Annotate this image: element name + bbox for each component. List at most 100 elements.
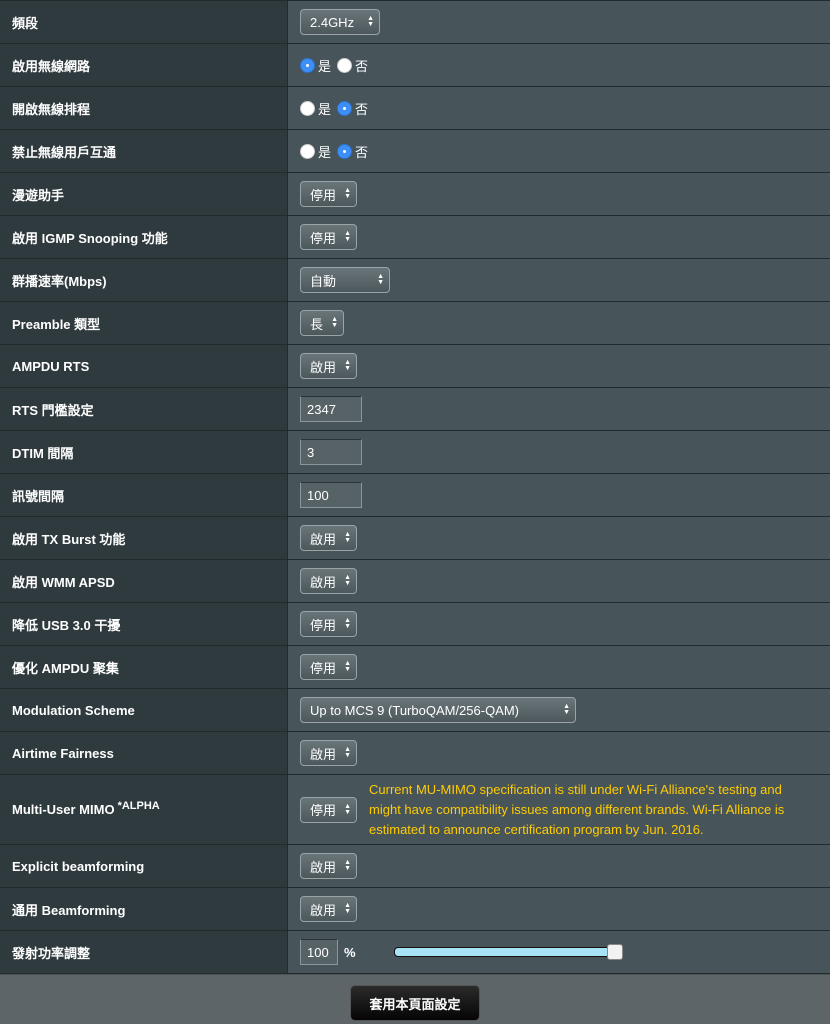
row-dtim: DTIM 間隔 3 <box>0 431 830 474</box>
tx-power-slider-handle[interactable] <box>607 944 623 960</box>
multicast-rate-select[interactable]: 自動 ▲ ▼ <box>300 267 390 293</box>
enable-radio-yes-radio[interactable] <box>300 57 315 73</box>
enable-radio-value-cell: 是 否 <box>288 44 830 86</box>
select-arrows-icon: ▲ ▼ <box>344 746 352 759</box>
ap-isolate-no-radio[interactable] <box>337 143 353 159</box>
usb3-interference-value-cell: 停用 ▲ ▼ <box>288 603 830 645</box>
select-arrows-icon: ▲ ▼ <box>344 617 352 630</box>
row-beacon: 訊號間隔 100 <box>0 474 830 517</box>
tx-power-slider-track[interactable] <box>394 947 616 957</box>
enable-schedule-no-radio[interactable] <box>337 100 353 116</box>
beacon-label: 訊號間隔 <box>0 474 288 516</box>
ap-isolate-value-cell: 是 否 <box>288 130 830 172</box>
select-arrows-icon: ▲ ▼ <box>344 359 352 372</box>
row-multicast-rate: 群播速率(Mbps) 自動 ▲ ▼ <box>0 259 830 302</box>
ampdu-rts-select[interactable]: 啟用 ▲ ▼ <box>300 353 358 379</box>
apply-settings-button[interactable]: 套用本頁面設定 <box>350 985 480 1021</box>
modulation-select-value: Up to MCS 9 (TurboQAM/256-QAM) <box>310 702 520 718</box>
row-igmp-snooping: 啟用 IGMP Snooping 功能 停用 ▲ ▼ <box>0 216 830 259</box>
roaming-assist-value-cell: 停用 ▲ ▼ <box>288 173 830 215</box>
enable-radio-label: 啟用無線網路 <box>0 44 288 86</box>
row-enable-schedule: 開啟無線排程 是 否 <box>0 87 830 130</box>
dtim-input[interactable]: 3 <box>300 439 362 465</box>
modulation-value-cell: Up to MCS 9 (TurboQAM/256-QAM) ▲ ▼ <box>288 689 830 731</box>
ap-isolate-no-label: 否 <box>355 144 369 160</box>
tx-power-value-cell: 100 % <box>288 931 830 973</box>
tx-burst-label: 啟用 TX Burst 功能 <box>0 517 288 559</box>
airtime-fairness-select[interactable]: 啟用 ▲ ▼ <box>300 740 358 766</box>
roaming-assist-select[interactable]: 停用 ▲ ▼ <box>300 181 358 207</box>
row-ap-isolate: 禁止無線用戶互通 是 否 <box>0 130 830 173</box>
enable-schedule-yes-radio[interactable] <box>300 100 315 116</box>
explicit-bf-select[interactable]: 啟用 ▲ ▼ <box>300 853 358 879</box>
row-mu-mimo: Multi-User MIMO *ALPHA 停用 ▲ ▼ Current MU-… <box>0 775 830 845</box>
wmm-apsd-select[interactable]: 啟用 ▲ ▼ <box>300 568 358 594</box>
preamble-label: Preamble 類型 <box>0 302 288 344</box>
tx-power-input[interactable]: 100 <box>300 939 338 965</box>
select-arrows-icon: ▲ ▼ <box>563 703 570 716</box>
mu-mimo-select-value: 停用 <box>310 803 337 818</box>
row-tx-burst: 啟用 TX Burst 功能 啟用 ▲ ▼ <box>0 517 830 560</box>
universal-bf-select-value: 啟用 <box>310 902 337 918</box>
ampdu-aggregation-select[interactable]: 停用 ▲ ▼ <box>300 654 358 680</box>
row-tx-power: 發射功率調整 100 % <box>0 931 830 974</box>
select-arrows-icon: ▲ ▼ <box>344 230 352 243</box>
usb3-interference-select[interactable]: 停用 ▲ ▼ <box>300 611 358 637</box>
row-modulation: Modulation Scheme Up to MCS 9 (TurboQAM/… <box>0 689 830 732</box>
ap-isolate-yes-radio[interactable] <box>300 143 315 159</box>
usb3-interference-label: 降低 USB 3.0 干擾 <box>0 603 288 645</box>
rts-threshold-input[interactable]: 2347 <box>300 396 362 422</box>
mu-mimo-alpha-tag: *ALPHA <box>117 799 160 812</box>
rts-threshold-label: RTS 門檻設定 <box>0 388 288 430</box>
modulation-select[interactable]: Up to MCS 9 (TurboQAM/256-QAM) ▲ ▼ <box>300 697 576 723</box>
multicast-rate-select-value: 自動 <box>310 273 337 289</box>
wmm-apsd-value-cell: 啟用 ▲ ▼ <box>288 560 830 602</box>
mu-mimo-warning-note: Current MU-MIMO specification is still u… <box>369 781 785 837</box>
ampdu-aggregation-select-value: 停用 <box>310 660 337 676</box>
beacon-input[interactable]: 100 <box>300 482 362 508</box>
select-arrows-icon: ▲ ▼ <box>377 273 384 286</box>
enable-radio-no-radio[interactable] <box>337 57 353 73</box>
preamble-select[interactable]: 長 ▲ ▼ <box>300 310 345 336</box>
band-select[interactable]: 2.4GHz ▲ ▼ <box>300 9 380 35</box>
row-explicit-bf: Explicit beamforming 啟用 ▲ ▼ <box>0 845 830 888</box>
enable-radio-yes-label: 是 <box>318 58 332 74</box>
explicit-bf-label: Explicit beamforming <box>0 845 288 887</box>
wmm-apsd-label: 啟用 WMM APSD <box>0 560 288 602</box>
explicit-bf-value-cell: 啟用 ▲ ▼ <box>288 845 830 887</box>
ap-isolate-yes-label: 是 <box>318 144 332 160</box>
mu-mimo-label-cell: Multi-User MIMO *ALPHA <box>0 775 288 844</box>
row-airtime-fairness: Airtime Fairness 啟用 ▲ ▼ <box>0 732 830 775</box>
ampdu-aggregation-label: 優化 AMPDU 聚集 <box>0 646 288 688</box>
ampdu-rts-value-cell: 啟用 ▲ ▼ <box>288 345 830 387</box>
roaming-assist-label: 漫遊助手 <box>0 173 288 215</box>
preamble-select-value: 長 <box>310 316 324 332</box>
explicit-bf-select-value: 啟用 <box>310 859 337 875</box>
row-band: 頻段 2.4GHz ▲ ▼ <box>0 0 830 44</box>
modulation-label: Modulation Scheme <box>0 689 288 731</box>
wmm-apsd-select-value: 啟用 <box>310 574 337 590</box>
universal-bf-label: 通用 Beamforming <box>0 888 288 930</box>
footer-bar: 套用本頁面設定 <box>0 975 830 1024</box>
dtim-value-cell: 3 <box>288 431 830 473</box>
beacon-value-cell: 100 <box>288 474 830 516</box>
enable-schedule-value-cell: 是 否 <box>288 87 830 129</box>
igmp-snooping-value-cell: 停用 ▲ ▼ <box>288 216 830 258</box>
tx-burst-select[interactable]: 啟用 ▲ ▼ <box>300 525 358 551</box>
mu-mimo-label: Multi-User MIMO <box>12 802 115 817</box>
select-arrows-icon: ▲ ▼ <box>344 660 352 673</box>
igmp-snooping-label: 啟用 IGMP Snooping 功能 <box>0 216 288 258</box>
select-arrows-icon: ▲ ▼ <box>344 574 352 587</box>
row-wmm-apsd: 啟用 WMM APSD 啟用 ▲ ▼ <box>0 560 830 603</box>
select-arrows-icon: ▲ ▼ <box>344 531 352 544</box>
ampdu-rts-select-value: 啟用 <box>310 359 337 375</box>
airtime-fairness-select-value: 啟用 <box>310 746 337 762</box>
tx-power-unit: % <box>344 944 356 960</box>
select-arrows-icon: ▲ ▼ <box>344 902 352 915</box>
universal-bf-select[interactable]: 啟用 ▲ ▼ <box>300 896 358 922</box>
wireless-professional-settings: 頻段 2.4GHz ▲ ▼ 啟用無線網路 是 否 開啟無線排程 是 否 禁止無線用… <box>0 0 830 974</box>
roaming-assist-select-value: 停用 <box>310 187 337 203</box>
row-universal-bf: 通用 Beamforming 啟用 ▲ ▼ <box>0 888 830 931</box>
mu-mimo-select[interactable]: 停用 ▲ ▼ <box>300 796 358 823</box>
igmp-snooping-select[interactable]: 停用 ▲ ▼ <box>300 224 358 250</box>
